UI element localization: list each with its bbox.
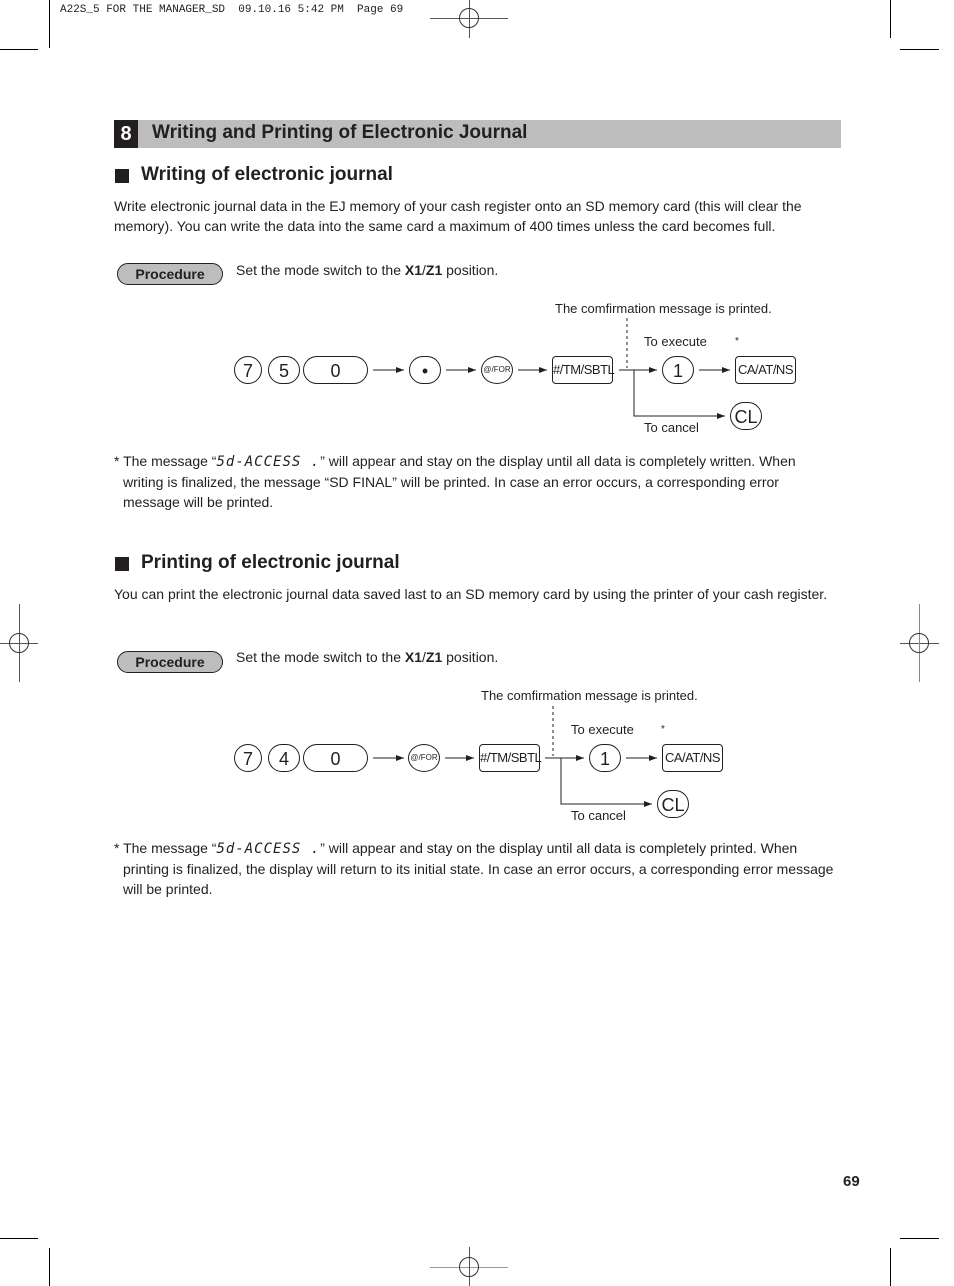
to-execute-label: To execute [571, 722, 634, 737]
key-1: 1 [589, 744, 621, 772]
section-bullet-icon [115, 557, 129, 571]
procedure-instruction: Set the mode switch to the X1/Z1 positio… [236, 647, 498, 667]
printing-paragraph: You can print the electronic journal dat… [114, 586, 828, 602]
mode-z1: Z1 [425, 649, 443, 665]
display-message-sd-access: 5d-ACCESS . [216, 841, 321, 857]
key-ca-at-ns: CA/AT/NS [662, 744, 723, 772]
procedure-badge: Procedure [117, 651, 223, 673]
writing-arrows [373, 318, 730, 419]
asterisk-mark: * [661, 724, 665, 735]
footnote-text: * The message “ [114, 840, 217, 856]
display-message-sd-access: 5d-ACCESS . [216, 454, 321, 470]
footnote-text: * The message “ [114, 453, 217, 469]
key-7: 7 [234, 744, 262, 772]
key-4: 4 [268, 744, 300, 772]
diagram-arrows [373, 318, 730, 807]
mode-x1: X1 [404, 649, 422, 665]
arrow [633, 370, 725, 419]
section-heading-printing: Printing of electronic journal [141, 552, 400, 573]
key-at-for: @/FOR [408, 744, 440, 772]
printing-footnote: * The message “5d-ACCESS .” will appear … [114, 838, 839, 899]
to-cancel-label: To cancel [571, 808, 626, 823]
confirmation-note: The comfirmation message is printed. [481, 688, 698, 703]
key-tm-sbtl: #/TM/SBTL [479, 744, 542, 772]
instruction-text: position. [442, 649, 499, 665]
writing-footnote: * The message “5d-ACCESS .” will appear … [114, 451, 839, 512]
key-cl: CL [657, 790, 689, 818]
instruction-text: Set the mode switch to the [236, 649, 405, 665]
key-0: 0 [303, 744, 368, 772]
page-number: 69 [843, 1173, 860, 1190]
